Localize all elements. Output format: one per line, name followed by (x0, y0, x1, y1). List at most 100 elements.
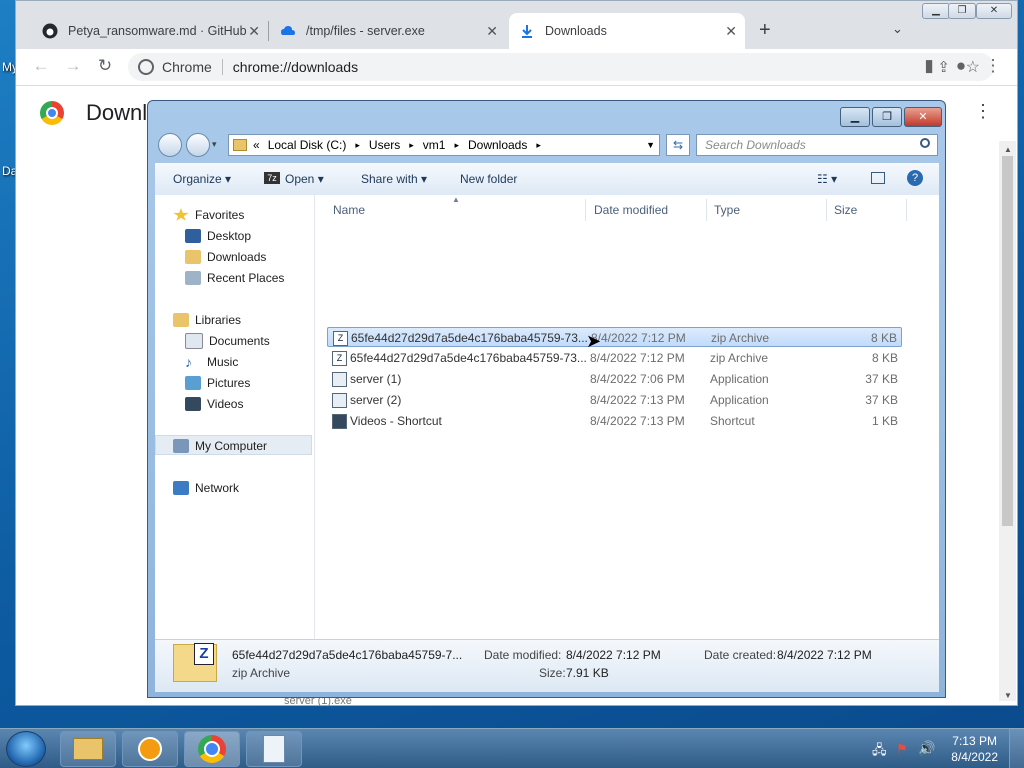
omnibox[interactable]: Chrome chrome://downloads ⇪ ☆ (128, 53, 994, 81)
minimize-button[interactable]: ▁ (840, 107, 870, 127)
column-date-modified[interactable]: Date modified (594, 203, 668, 217)
address-bar[interactable]: « Local Disk (C:) ▸ Users ▸ vm1 ▸ Downloads… (228, 134, 660, 156)
action-center-icon[interactable]: ⚑ (896, 741, 908, 757)
column-type[interactable]: Type (714, 203, 740, 217)
menu-icon[interactable]: ⋮ (982, 56, 1004, 76)
scroll-up-icon[interactable]: ▲ (1004, 145, 1012, 154)
computer-icon (173, 439, 189, 453)
preview-pane-icon[interactable] (871, 172, 885, 184)
recent-pages-chevron-icon[interactable]: ▾ (212, 139, 217, 150)
file-row[interactable]: server (1) 8/4/2022 7:06 PM Application … (327, 369, 902, 389)
nav-network[interactable]: Network (173, 479, 239, 497)
file-row[interactable]: server (2) 8/4/2022 7:13 PM Application … (327, 390, 902, 410)
nav-pictures[interactable]: Pictures (185, 374, 250, 392)
nav-downloads[interactable]: Downloads (185, 248, 266, 266)
file-row[interactable]: Videos - Shortcut 8/4/2022 7:13 PM Short… (327, 411, 902, 431)
nav-favorites[interactable]: Favorites (173, 206, 244, 224)
scroll-down-icon[interactable]: ▼ (1004, 691, 1012, 700)
videos-icon (185, 397, 201, 411)
details-filetype: zip Archive (232, 666, 291, 680)
refresh-icon[interactable]: ⇆ (666, 134, 690, 156)
minimize-button[interactable]: ▁ (922, 3, 950, 19)
share-with-button[interactable]: Share with ▾ (361, 172, 427, 186)
content-pane: Favorites Desktop Downloads Recent Place… (155, 195, 939, 639)
restore-button[interactable]: ❐ (872, 107, 902, 127)
open-button[interactable]: Open ▾ (285, 172, 324, 186)
column-divider[interactable] (906, 199, 907, 221)
nav-videos[interactable]: Videos (185, 395, 243, 413)
tab-downloads[interactable]: Downloads ✕ (509, 13, 745, 49)
forward-icon[interactable] (186, 133, 210, 157)
back-icon[interactable]: ← (30, 56, 52, 76)
close-icon[interactable]: ✕ (725, 23, 737, 40)
cloud-icon (280, 23, 296, 39)
nav-documents[interactable]: Documents (185, 332, 270, 350)
breadcrumb-overflow[interactable]: « (253, 138, 260, 152)
column-divider[interactable] (585, 199, 586, 221)
nav-libraries[interactable]: Libraries (173, 311, 241, 329)
tab-search-chevron-icon[interactable]: ⌄ (892, 21, 903, 37)
command-bar: Organize ▾ 7z Open ▾ Share with ▾ New fo… (155, 163, 939, 196)
address-dropdown-icon[interactable]: ▼ (646, 140, 655, 150)
breadcrumb-arrow-icon[interactable]: ▸ (536, 140, 541, 151)
system-tray: 🖧 ⚑ 🔊 7:13 PM 8/4/2022 (854, 729, 1024, 768)
clock-date: 8/4/2022 (951, 750, 998, 764)
breadcrumb-arrow-icon[interactable]: ▸ (454, 140, 459, 151)
file-row[interactable]: Z 65fe44d27d29d7a5de4c176baba45759-73...… (327, 348, 902, 368)
page-menu-icon[interactable]: ⋮ (974, 101, 992, 122)
breadcrumb-downloads[interactable]: Downloads (468, 138, 527, 152)
taskbar-chrome-button[interactable] (184, 731, 240, 767)
reload-icon[interactable]: ↻ (94, 56, 116, 76)
taskbar-media-player-button[interactable] (122, 731, 178, 767)
column-name[interactable]: Name (333, 203, 365, 217)
nav-recent-places[interactable]: Recent Places (185, 269, 284, 287)
new-tab-icon[interactable]: + (759, 19, 771, 42)
close-button[interactable]: ✕ (904, 107, 942, 127)
show-desktop-button[interactable] (1009, 729, 1024, 768)
close-icon[interactable]: ✕ (486, 23, 498, 40)
music-icon: ♪ (185, 354, 192, 370)
recent-places-icon (185, 271, 201, 285)
back-icon[interactable] (158, 133, 182, 157)
breadcrumb-users[interactable]: Users (369, 138, 400, 152)
file-row[interactable]: Z 65fe44d27d29d7a5de4c176baba45759-73...… (327, 327, 902, 347)
scrollbar-thumb[interactable] (1002, 156, 1013, 526)
organize-button[interactable]: Organize ▾ (173, 172, 231, 186)
breadcrumb-arrow-icon[interactable]: ▸ (409, 140, 414, 151)
column-size[interactable]: Size (834, 203, 857, 217)
breadcrumb-local-disk[interactable]: Local Disk (C:) (268, 138, 347, 152)
taskbar-notepad-button[interactable] (246, 731, 302, 767)
nav-my-computer[interactable]: My Computer (173, 437, 267, 455)
breadcrumb-vm1[interactable]: vm1 (423, 138, 446, 152)
breadcrumb-arrow-icon[interactable]: ▸ (355, 140, 360, 151)
chrome-logo-icon (40, 101, 64, 125)
chrome-icon (138, 59, 154, 75)
start-button[interactable] (6, 731, 46, 767)
nav-desktop[interactable]: Desktop (185, 227, 251, 245)
nav-music[interactable]: ♪ Music (185, 353, 238, 371)
forward-icon[interactable]: → (62, 56, 84, 76)
help-icon[interactable]: ? (907, 170, 923, 186)
clock[interactable]: 7:13 PM 8/4/2022 (951, 733, 998, 765)
close-icon[interactable]: ✕ (248, 23, 260, 40)
profile-icon[interactable]: ● (950, 56, 972, 76)
restore-button[interactable]: ❐ (948, 3, 976, 19)
chrome-icon (198, 735, 226, 763)
tab-server-exe[interactable]: /tmp/files - server.exe ✕ (270, 13, 506, 49)
tab-github[interactable]: Petya_ransomware.md · GitHub ✕ (32, 13, 268, 49)
column-divider[interactable] (826, 199, 827, 221)
column-divider[interactable] (706, 199, 707, 221)
downloads-folder-icon (185, 250, 201, 264)
folder-icon (73, 738, 103, 760)
star-icon (173, 208, 189, 221)
network-tray-icon[interactable]: 🖧 (872, 741, 887, 763)
view-options-icon[interactable]: ☷ ▾ (817, 172, 837, 186)
tab-title: Downloads (545, 24, 607, 38)
search-input[interactable]: Search Downloads (696, 134, 938, 156)
search-icon[interactable] (920, 138, 930, 148)
side-panel-icon[interactable]: ▮ (918, 56, 940, 76)
taskbar-explorer-button[interactable] (60, 731, 116, 767)
close-button[interactable]: ✕ (976, 3, 1012, 19)
volume-icon[interactable]: 🔊 (918, 740, 935, 757)
new-folder-button[interactable]: New folder (460, 172, 517, 186)
